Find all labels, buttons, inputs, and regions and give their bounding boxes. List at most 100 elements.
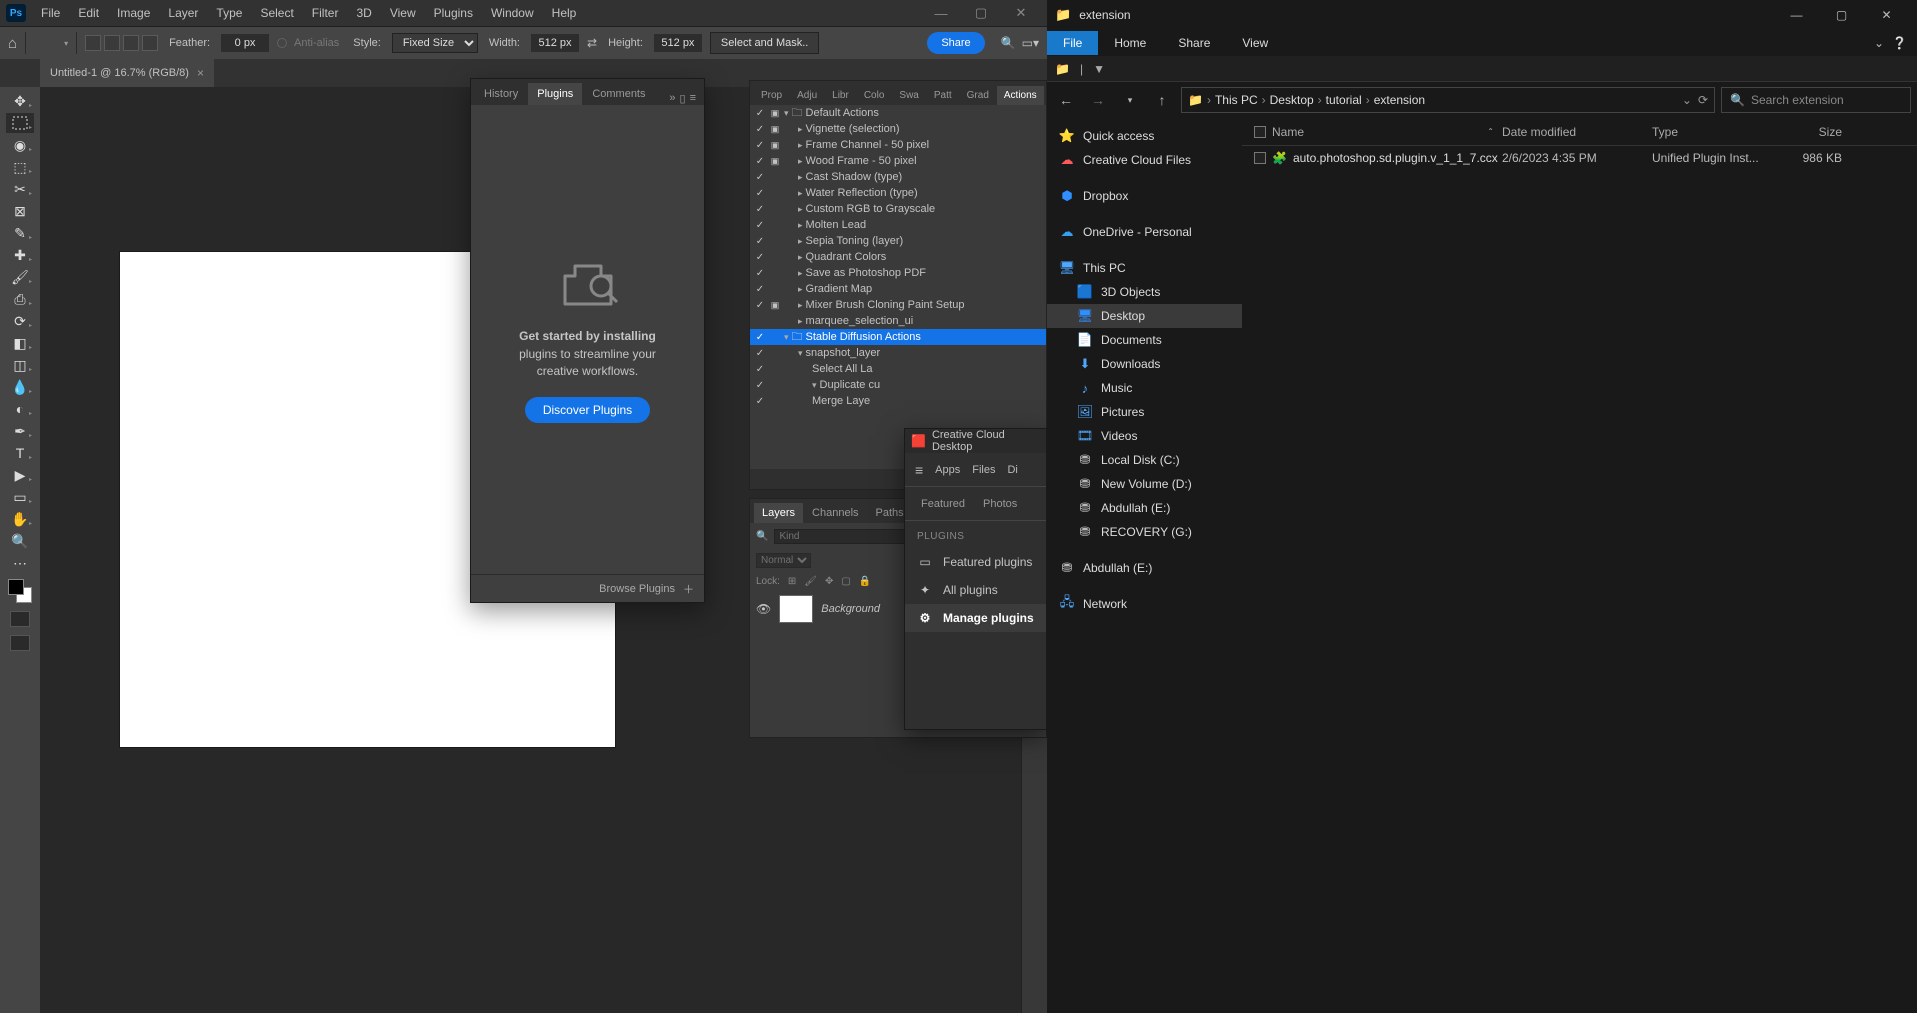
- feather-input[interactable]: [221, 34, 269, 52]
- tree-item[interactable]: ⛃RECOVERY (G:): [1047, 520, 1242, 544]
- nav-back-button[interactable]: ←: [1053, 87, 1079, 113]
- cc-subnav-featured[interactable]: Featured: [921, 498, 965, 510]
- menu-image[interactable]: Image: [108, 3, 159, 23]
- eyedropper-tool[interactable]: ✎▸: [6, 223, 34, 243]
- refresh-icon[interactable]: ⟳: [1698, 93, 1708, 107]
- tree-item[interactable]: 🖼Pictures: [1047, 400, 1242, 424]
- collapse-icon[interactable]: ▯: [680, 92, 686, 105]
- tree-item[interactable]: 🖥Desktop: [1047, 304, 1242, 328]
- blur-tool[interactable]: 💧▸: [6, 377, 34, 397]
- action-check-icon[interactable]: ✓: [754, 348, 766, 359]
- foreground-color-swatch[interactable]: [8, 579, 24, 595]
- ex-file-list[interactable]: 🧩auto.photoshop.sd.plugin.v_1_1_7.ccx2/6…: [1242, 146, 1917, 170]
- pen-tool[interactable]: ✒▸: [6, 421, 34, 441]
- breadcrumb-segment[interactable]: tutorial: [1326, 93, 1362, 107]
- action-check-icon[interactable]: ✓: [754, 396, 766, 407]
- crop-tool[interactable]: ✂▸: [6, 179, 34, 199]
- tree-item[interactable]: ☁Creative Cloud Files: [1047, 148, 1242, 172]
- chevron-right-icon[interactable]: ▸: [798, 172, 803, 183]
- overflow-icon[interactable]: »: [669, 92, 675, 105]
- tree-item[interactable]: 🖧Network: [1047, 592, 1242, 616]
- edit-toolbar[interactable]: ⋯: [6, 553, 34, 573]
- screen-mode-toggle[interactable]: [10, 635, 30, 651]
- nav-history-dropdown[interactable]: ▾: [1117, 87, 1143, 113]
- action-row[interactable]: ✓▸Water Reflection (type): [750, 185, 1046, 201]
- action-check-icon[interactable]: ✓: [754, 188, 766, 199]
- action-dialog-icon[interactable]: ▣: [769, 124, 781, 135]
- action-row[interactable]: ✓▸Sepia Toning (layer): [750, 233, 1046, 249]
- menu-select[interactable]: Select: [251, 3, 302, 23]
- hamburger-icon[interactable]: ≡: [915, 462, 923, 478]
- action-check-icon[interactable]: ✓: [754, 204, 766, 215]
- tree-item[interactable]: 🎞Videos: [1047, 424, 1242, 448]
- action-dialog-icon[interactable]: ▣: [769, 108, 781, 119]
- action-check-icon[interactable]: ✓: [754, 108, 766, 119]
- cc-item-manage-plugins[interactable]: ⚙ Manage plugins: [905, 604, 1046, 632]
- home-icon[interactable]: ⌂: [8, 35, 17, 52]
- marquee-tool-icon[interactable]: [34, 32, 56, 54]
- chevron-right-icon[interactable]: ▸: [798, 188, 803, 199]
- menu-layer[interactable]: Layer: [159, 3, 207, 23]
- chevron-right-icon[interactable]: ▸: [798, 140, 803, 151]
- action-row[interactable]: ✓▸Cast Shadow (type): [750, 169, 1046, 185]
- action-row[interactable]: ✓▸Molten Lead: [750, 217, 1046, 233]
- chevron-down-icon[interactable]: ▾: [812, 380, 817, 391]
- tree-item[interactable]: ⛃Local Disk (C:): [1047, 448, 1242, 472]
- address-dropdown-icon[interactable]: ⌄: [1682, 93, 1692, 107]
- tree-item[interactable]: ⛃New Volume (D:): [1047, 472, 1242, 496]
- action-check-icon[interactable]: ✓: [754, 124, 766, 135]
- cc-item-featured-plugins[interactable]: ▭ Featured plugins: [905, 548, 1046, 576]
- breadcrumb-segment[interactable]: Desktop: [1270, 93, 1314, 107]
- action-check-icon[interactable]: ✓: [754, 252, 766, 263]
- cc-item-all-plugins[interactable]: ✦ All plugins: [905, 576, 1046, 604]
- ps-maximize-button[interactable]: ▢: [961, 3, 1001, 23]
- style-select[interactable]: Fixed Size: [392, 33, 478, 53]
- eraser-tool[interactable]: ◧▸: [6, 333, 34, 353]
- action-row[interactable]: ✓▸Quadrant Colors: [750, 249, 1046, 265]
- shape-tool[interactable]: ▭▸: [6, 487, 34, 507]
- lock-all-icon[interactable]: 🔒: [859, 576, 871, 587]
- action-row[interactable]: ✓▣▸Vignette (selection): [750, 121, 1046, 137]
- action-check-icon[interactable]: ✓: [754, 172, 766, 183]
- chevron-right-icon[interactable]: ▸: [798, 252, 803, 263]
- type-tool[interactable]: T▸: [6, 443, 34, 463]
- action-dialog-icon[interactable]: ▣: [769, 156, 781, 167]
- menu-3d[interactable]: 3D: [347, 3, 380, 23]
- action-row[interactable]: ✓Select All La: [750, 361, 1046, 377]
- nav-up-button[interactable]: ↑: [1149, 87, 1175, 113]
- tab-history[interactable]: History: [475, 83, 527, 105]
- chevron-right-icon[interactable]: ▸: [798, 220, 803, 231]
- selection-subtract[interactable]: [123, 35, 139, 51]
- move-tool[interactable]: ✥▸: [6, 91, 34, 111]
- ribbon-tab-file[interactable]: File: [1047, 31, 1098, 55]
- select-and-mask-button[interactable]: Select and Mask..: [710, 32, 819, 54]
- tree-item[interactable]: ⛃Abdullah (E:): [1047, 556, 1242, 580]
- ps-close-button[interactable]: ✕: [1001, 3, 1041, 23]
- rectangular-marquee-tool[interactable]: ▸: [6, 113, 34, 133]
- clone-stamp-tool[interactable]: ⎙▸: [6, 289, 34, 309]
- layer-filter-input[interactable]: [774, 529, 916, 544]
- col-type[interactable]: Type: [1652, 125, 1782, 139]
- browse-plugins-link[interactable]: Browse Plugins: [599, 583, 675, 595]
- action-row[interactable]: ✓▣▸Mixer Brush Cloning Paint Setup: [750, 297, 1046, 313]
- action-row[interactable]: ✓Merge Laye: [750, 393, 1046, 409]
- ribbon-expand-icon[interactable]: ⌄: [1874, 36, 1884, 50]
- action-row[interactable]: ✓▣▸Wood Frame - 50 pixel: [750, 153, 1046, 169]
- tree-item[interactable]: 🖥This PC: [1047, 256, 1242, 280]
- ribbon-help-icon[interactable]: ❔: [1892, 36, 1907, 50]
- tab-gradients[interactable]: Grad: [960, 86, 996, 105]
- dropdown-icon[interactable]: ▾: [64, 39, 68, 48]
- nav-forward-button[interactable]: →: [1085, 87, 1111, 113]
- tree-item[interactable]: ⭐Quick access: [1047, 124, 1242, 148]
- chevron-down-icon[interactable]: ▾: [784, 332, 789, 343]
- action-check-icon[interactable]: ✓: [754, 156, 766, 167]
- tree-item[interactable]: ⛃Abdullah (E:): [1047, 496, 1242, 520]
- ex-minimize-button[interactable]: —: [1774, 1, 1819, 29]
- tab-adjustments[interactable]: Adju: [790, 86, 824, 105]
- lock-artboard-icon[interactable]: ▢: [841, 576, 850, 587]
- tab-comments[interactable]: Comments: [583, 83, 654, 105]
- menu-view[interactable]: View: [381, 3, 425, 23]
- action-row[interactable]: ✓▣▾🗀Default Actions: [750, 105, 1046, 121]
- action-row[interactable]: ✓▸Gradient Map: [750, 281, 1046, 297]
- menu-help[interactable]: Help: [543, 3, 586, 23]
